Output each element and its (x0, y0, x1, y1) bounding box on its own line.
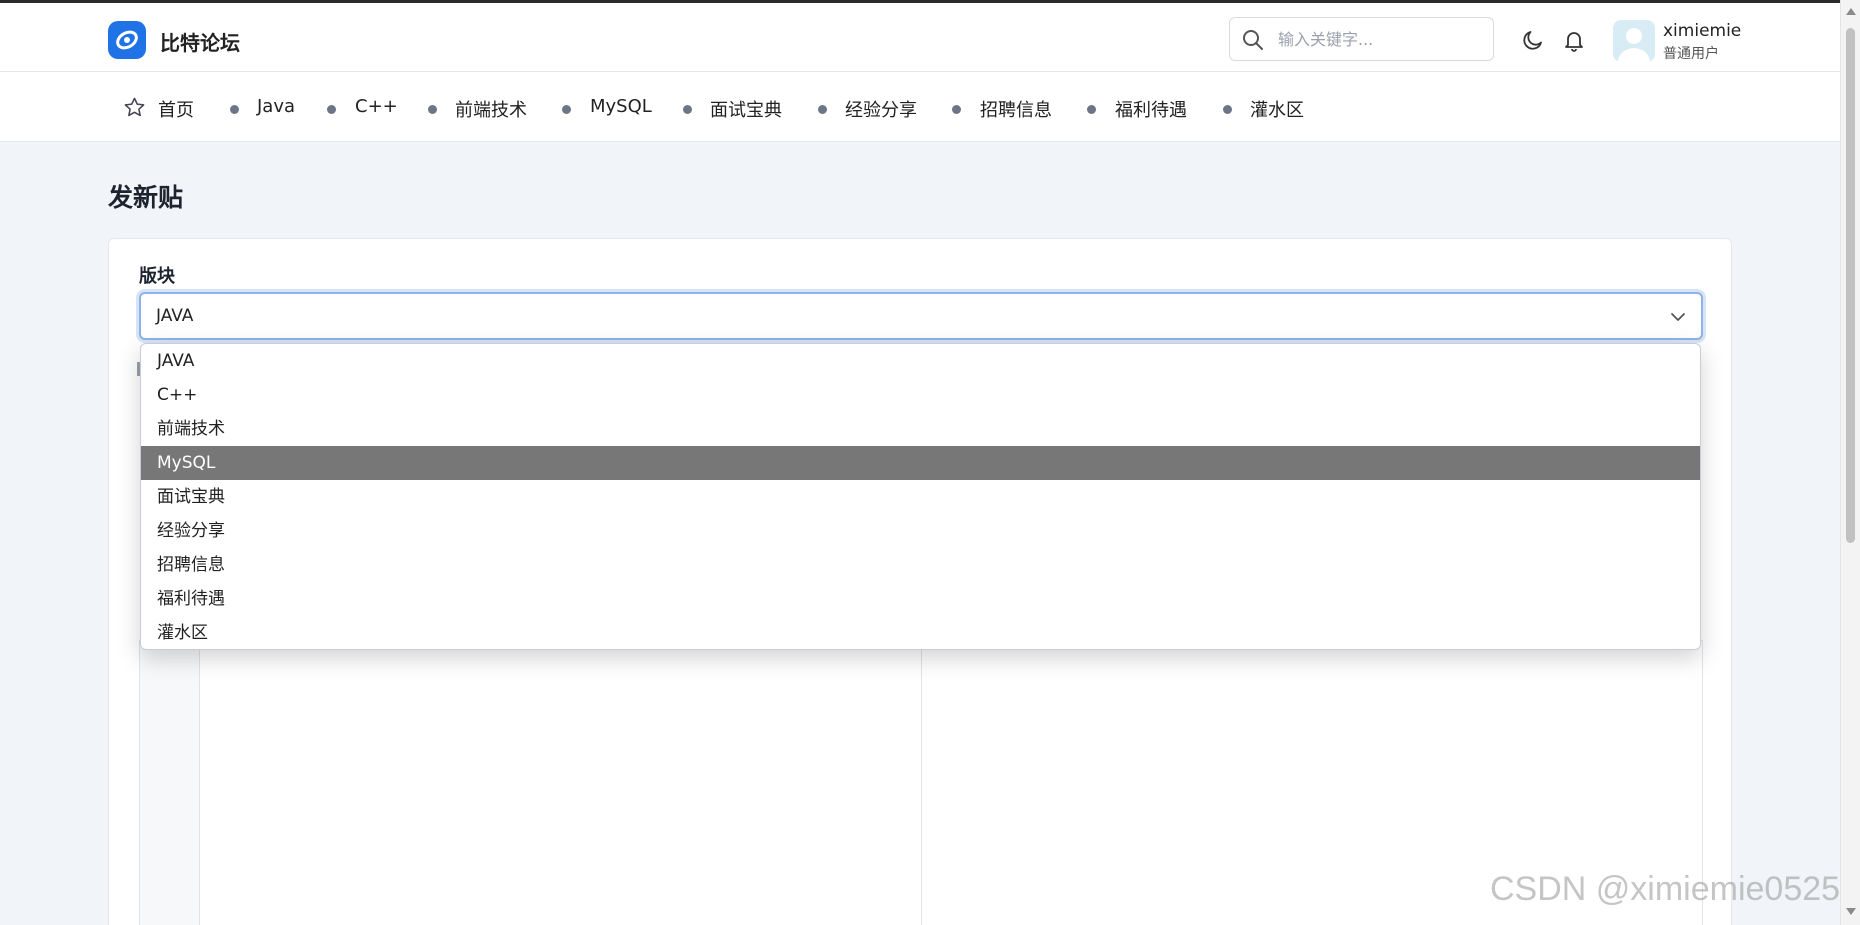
dot-icon (683, 105, 692, 114)
nav-item-experience[interactable]: 经验分享 (845, 96, 917, 122)
page-title: 发新贴 (108, 183, 184, 212)
board-option-experience[interactable]: 经验分享 (141, 514, 1700, 548)
nav-item-home[interactable]: 首页 (158, 96, 194, 122)
watermark: CSDN @ximiemie0525 (1490, 870, 1841, 908)
board-option-interview[interactable]: 面试宝典 (141, 480, 1700, 514)
nav-item-interview[interactable]: 面试宝典 (710, 96, 782, 122)
dot-icon (327, 105, 336, 114)
dot-icon (1087, 105, 1096, 114)
content-editor[interactable] (139, 640, 1703, 925)
board-option-jobs[interactable]: 招聘信息 (141, 548, 1700, 582)
search-box[interactable] (1229, 17, 1494, 61)
site-name[interactable]: 比特论坛 (160, 27, 240, 56)
board-option-water[interactable]: 灌水区 (141, 616, 1700, 649)
bell-icon[interactable] (1562, 28, 1586, 52)
nav-item-jobs[interactable]: 招聘信息 (980, 96, 1052, 122)
nav-item-water[interactable]: 灌水区 (1250, 96, 1304, 122)
board-option-cpp[interactable]: C++ (141, 378, 1700, 412)
board-option-frontend[interactable]: 前端技术 (141, 412, 1700, 446)
moon-icon[interactable] (1521, 28, 1545, 52)
chevron-down-icon (1669, 308, 1687, 330)
dot-icon (818, 105, 827, 114)
board-dropdown-list: JAVA C++ 前端技术 MySQL 面试宝典 经验分享 招聘信息 福利待遇 … (140, 343, 1701, 650)
scroll-thumb[interactable] (1846, 28, 1855, 543)
board-select[interactable]: JAVA (139, 292, 1703, 340)
top-header: 比特论坛 ximiemie 普通用户 (0, 0, 1840, 72)
search-icon (1242, 29, 1264, 55)
dot-icon (428, 105, 437, 114)
nav-item-frontend[interactable]: 前端技术 (455, 96, 527, 122)
logo-icon[interactable] (108, 21, 146, 59)
board-select-value: JAVA (156, 306, 194, 326)
user-role: 普通用户 (1663, 46, 1719, 62)
board-option-benefits[interactable]: 福利待遇 (141, 582, 1700, 616)
dot-icon (952, 105, 961, 114)
board-option-java[interactable]: JAVA (141, 344, 1700, 378)
star-icon (123, 96, 146, 123)
board-label: 版块 (139, 266, 175, 287)
category-nav: 首页 Java C++ 前端技术 MySQL 面试宝典 经验分享 招聘信息 福利… (0, 72, 1840, 142)
nav-item-cpp[interactable]: C++ (355, 96, 398, 117)
avatar[interactable] (1613, 20, 1655, 62)
scroll-up-arrow-icon[interactable] (1846, 8, 1856, 15)
search-input[interactable] (1278, 26, 1483, 52)
dot-icon (562, 105, 571, 114)
dot-icon (1223, 105, 1232, 114)
dot-icon (230, 105, 239, 114)
page-scrollbar[interactable] (1840, 0, 1860, 925)
editor-split-divider (921, 641, 922, 925)
nav-item-java[interactable]: Java (257, 96, 295, 117)
nav-item-benefits[interactable]: 福利待遇 (1115, 96, 1187, 122)
username[interactable]: ximiemie (1663, 21, 1741, 41)
scroll-down-arrow-icon[interactable] (1846, 908, 1856, 915)
board-option-mysql[interactable]: MySQL (141, 446, 1700, 480)
editor-gutter (140, 641, 200, 925)
nav-item-mysql[interactable]: MySQL (590, 96, 652, 117)
